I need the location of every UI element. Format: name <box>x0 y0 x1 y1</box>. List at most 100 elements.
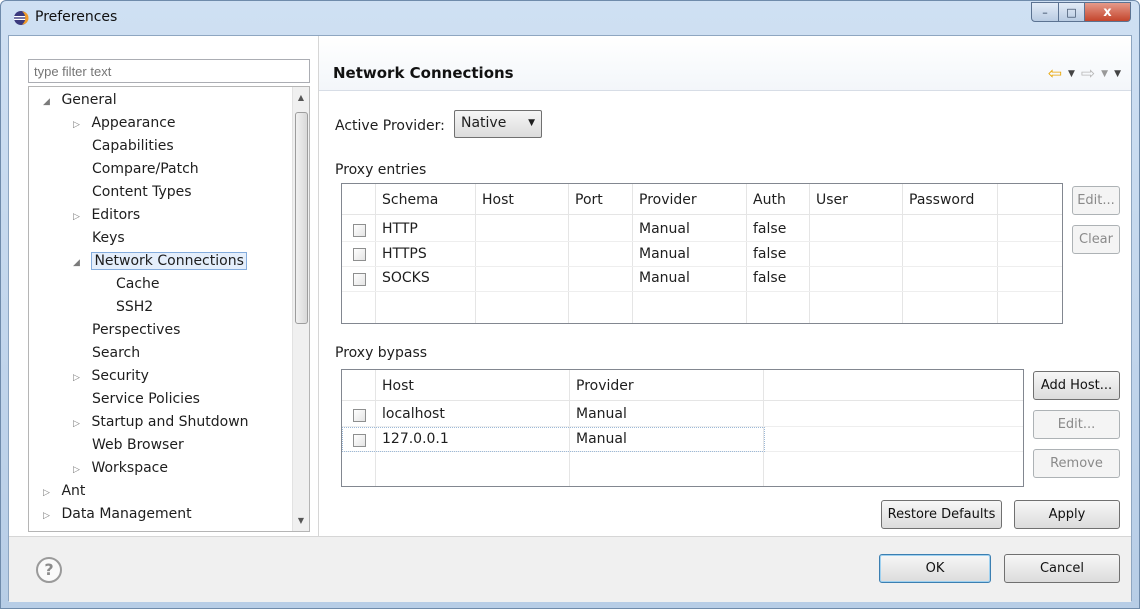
filter-input[interactable] <box>28 59 310 83</box>
collapsed-triangle-icon[interactable]: ▷ <box>43 482 57 504</box>
close-icon: x <box>1103 4 1112 20</box>
dialog-client: ◢ General ▷ Appearance Capabilities Comp… <box>8 35 1132 602</box>
active-provider-select[interactable]: Native ▼ <box>454 110 542 138</box>
add-host-button[interactable]: Add Host... <box>1033 371 1120 400</box>
tree-item-cache[interactable]: Cache <box>116 273 160 295</box>
bypass-edit-button[interactable]: Edit... <box>1033 410 1120 439</box>
table-cell: 127.0.0.1 <box>382 431 449 447</box>
proxy-clear-button[interactable]: Clear <box>1072 225 1120 254</box>
tree-item-capabilities[interactable]: Capabilities <box>92 135 174 157</box>
page-header: Network Connections ⇦ ▼ ⇨ ▼ ▼ <box>319 36 1131 91</box>
table-cell: Manual <box>576 406 627 422</box>
tree-item-data-management[interactable]: ▷ Data Management <box>43 503 192 525</box>
column-header-provider[interactable]: Provider <box>633 188 697 212</box>
tree-item-appearance[interactable]: ▷ Appearance <box>73 112 176 134</box>
proxy-entries-label: Proxy entries <box>335 162 427 178</box>
collapsed-triangle-icon[interactable]: ▷ <box>73 367 87 389</box>
localhost-checkbox[interactable] <box>353 409 366 422</box>
table-cell: Manual <box>576 431 627 447</box>
apply-button[interactable]: Apply <box>1014 500 1120 529</box>
column-header-user[interactable]: User <box>810 188 848 212</box>
tree-item-perspectives[interactable]: Perspectives <box>92 319 180 341</box>
https-checkbox[interactable] <box>353 248 366 261</box>
proxy-bypass-label: Proxy bypass <box>335 345 428 361</box>
tree-item-workspace[interactable]: ▷ Workspace <box>73 457 168 479</box>
column-header-port[interactable]: Port <box>569 188 603 212</box>
title-bar[interactable]: Preferences – □ x <box>1 1 1139 35</box>
collapsed-triangle-icon[interactable]: ▷ <box>73 413 87 435</box>
table-cell: SOCKS <box>382 270 430 286</box>
tree-item-content-types[interactable]: Content Types <box>92 181 192 203</box>
column-header-host[interactable]: Host <box>476 188 514 212</box>
tree-item-search[interactable]: Search <box>92 342 140 364</box>
table-cell: Manual <box>639 221 690 237</box>
http-checkbox[interactable] <box>353 224 366 237</box>
tree-item-web-browser[interactable]: Web Browser <box>92 434 184 456</box>
back-arrow-icon[interactable]: ⇦ <box>1048 64 1062 84</box>
eclipse-icon <box>14 11 29 25</box>
remove-button[interactable]: Remove <box>1033 449 1120 478</box>
proxy-bypass-header <box>342 370 1023 401</box>
tree-scrollbar[interactable]: ▲ ▼ <box>292 87 309 531</box>
active-provider-value: Native <box>461 115 507 131</box>
column-header-provider[interactable]: Provider <box>570 374 634 398</box>
tree-item-startup-shutdown[interactable]: ▷ Startup and Shutdown <box>73 411 249 433</box>
scroll-thumb[interactable] <box>295 112 308 324</box>
view-menu-icon[interactable]: ▼ <box>1114 69 1121 79</box>
close-button[interactable]: x <box>1085 2 1131 22</box>
loopback-checkbox[interactable] <box>353 434 366 447</box>
collapsed-triangle-icon[interactable]: ▷ <box>73 206 87 228</box>
table-cell: HTTPS <box>382 246 427 262</box>
tree-item-ant[interactable]: ▷ Ant <box>43 480 85 502</box>
restore-defaults-button[interactable]: Restore Defaults <box>881 500 1002 529</box>
tree-item-service-policies[interactable]: Service Policies <box>92 388 200 410</box>
forward-arrow-icon[interactable]: ⇨ <box>1081 64 1095 84</box>
cancel-button[interactable]: Cancel <box>1004 554 1120 583</box>
ok-button[interactable]: OK <box>879 554 991 583</box>
tree-item-editors[interactable]: ▷ Editors <box>73 204 140 226</box>
window-title: Preferences <box>35 9 118 25</box>
scroll-up-icon[interactable]: ▲ <box>293 89 309 106</box>
tree-item-compare-patch[interactable]: Compare/Patch <box>92 158 199 180</box>
tree-item-security[interactable]: ▷ Security <box>73 365 149 387</box>
page-title: Network Connections <box>333 64 514 82</box>
collapsed-triangle-icon[interactable]: ▷ <box>73 114 87 136</box>
tree-item-general[interactable]: ◢ General <box>43 89 117 111</box>
tree-item-keys[interactable]: Keys <box>92 227 125 249</box>
column-header-schema[interactable]: Schema <box>376 188 438 212</box>
chevron-down-icon: ▼ <box>528 118 535 128</box>
tree-item-ssh2[interactable]: SSH2 <box>116 296 153 318</box>
proxy-edit-button[interactable]: Edit... <box>1072 186 1120 215</box>
table-cell: Manual <box>639 246 690 262</box>
table-cell: Manual <box>639 270 690 286</box>
table-cell: HTTP <box>382 221 418 237</box>
minimize-button[interactable]: – <box>1031 2 1059 22</box>
preferences-window: Preferences – □ x ◢ General ▷ Appearance… <box>0 0 1140 609</box>
column-header-auth[interactable]: Auth <box>747 188 786 212</box>
table-cell: localhost <box>382 406 445 422</box>
active-provider-label: Active Provider: <box>335 118 445 134</box>
history-nav: ⇦ ▼ ⇨ ▼ ▼ <box>1048 64 1121 84</box>
pane-divider[interactable] <box>318 36 319 536</box>
maximize-button[interactable]: □ <box>1059 2 1085 22</box>
proxy-bypass-table[interactable]: Host Provider localhost Manual 127.0.0.1… <box>341 369 1024 487</box>
table-cell: false <box>753 246 787 262</box>
column-header-host[interactable]: Host <box>376 374 414 398</box>
expanded-triangle-icon[interactable]: ◢ <box>43 91 57 113</box>
expanded-triangle-icon[interactable]: ◢ <box>73 252 87 274</box>
proxy-entries-table[interactable]: Schema Host Port Provider Auth User Pass… <box>341 183 1063 324</box>
socks-checkbox[interactable] <box>353 273 366 286</box>
column-header-password[interactable]: Password <box>903 188 974 212</box>
preferences-tree[interactable]: ◢ General ▷ Appearance Capabilities Comp… <box>28 86 310 532</box>
table-cell: false <box>753 221 787 237</box>
help-icon[interactable]: ? <box>36 557 62 583</box>
maximize-icon: □ <box>1066 5 1077 19</box>
back-dropdown-icon[interactable]: ▼ <box>1068 69 1075 79</box>
tree-item-network-connections[interactable]: ◢ Network Connections <box>73 250 247 272</box>
scroll-down-icon[interactable]: ▼ <box>293 512 309 529</box>
dialog-footer: ? OK Cancel <box>9 537 1131 602</box>
collapsed-triangle-icon[interactable]: ▷ <box>73 459 87 481</box>
collapsed-triangle-icon[interactable]: ▷ <box>43 505 57 527</box>
minimize-icon: – <box>1042 5 1048 19</box>
forward-dropdown-icon[interactable]: ▼ <box>1101 69 1108 79</box>
